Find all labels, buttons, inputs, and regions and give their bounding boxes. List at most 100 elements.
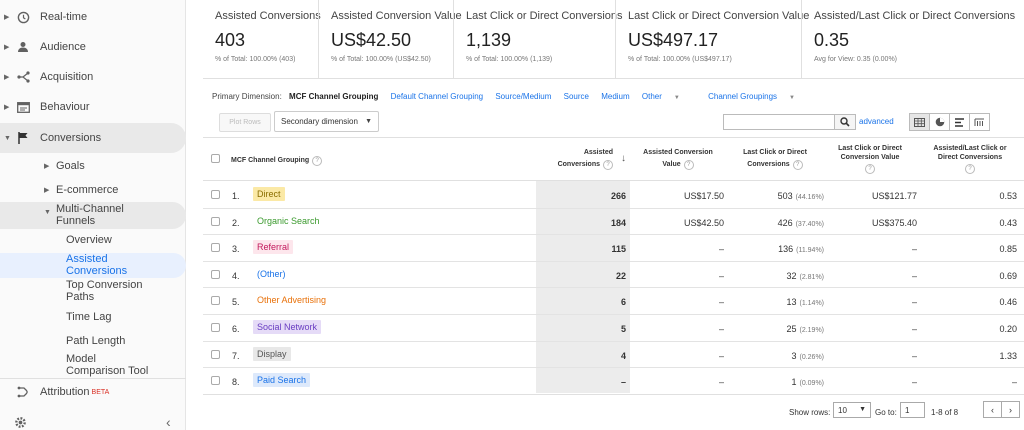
help-icon[interactable]: ? xyxy=(792,160,803,170)
table-row: 5. Other Advertising 6 – 13 (1.14%) – 0.46 xyxy=(203,288,1024,315)
secondary-dimension-dropdown[interactable]: Secondary dimension ▼ xyxy=(274,111,379,132)
channel-link[interactable]: Social Network xyxy=(253,320,322,334)
cell-assisted-conversions: 6 xyxy=(620,297,626,308)
nav-label: Goals xyxy=(56,160,85,172)
search-button[interactable] xyxy=(834,114,856,130)
row-checkbox[interactable] xyxy=(211,190,220,199)
channel-link[interactable]: Paid Search xyxy=(253,373,311,388)
cell-assisted-value: – xyxy=(718,244,724,255)
nav-assisted-conversions[interactable]: Assisted Conversions xyxy=(0,253,186,278)
nav-model-comparison-tool[interactable]: Model Comparison Tool xyxy=(66,353,158,377)
channel-link[interactable]: Direct xyxy=(253,187,285,201)
pie-view-icon[interactable] xyxy=(929,113,950,131)
col-header-last-click-conversions[interactable]: Last Click or Direct Conversions? xyxy=(730,148,820,170)
nav-acquisition[interactable]: ▶ Acquisition xyxy=(0,62,186,92)
cell-last-click-conversions: 3 (0.26%) xyxy=(791,351,824,361)
row-checkbox[interactable] xyxy=(211,296,220,306)
col-header-last-click-value[interactable]: Last Click or Direct Conversion Value ? xyxy=(825,144,915,174)
col-header-assisted-conversions[interactable]: Assisted Conversions? xyxy=(536,148,613,170)
channel-link[interactable]: Display xyxy=(253,346,291,361)
nav-realtime[interactable]: ▶ Real-time xyxy=(0,2,186,32)
channel-link[interactable]: Other Advertising xyxy=(253,293,331,308)
help-icon[interactable]: ? xyxy=(312,156,323,166)
help-icon[interactable]: ? xyxy=(683,160,694,170)
show-rows-select[interactable]: 10 ▼ xyxy=(833,402,871,418)
help-icon[interactable]: ? xyxy=(965,164,975,174)
nav-label: Real-time xyxy=(40,11,88,23)
cell-percent: (2.19%) xyxy=(799,327,824,334)
table-row: 8. Paid Search – – 1 (0.09%) – – xyxy=(203,368,1024,395)
nav-ecommerce[interactable]: ▶ E-commerce xyxy=(0,183,186,197)
row-number: 1. xyxy=(232,191,240,201)
nav-behaviour[interactable]: ▶ Behaviour xyxy=(0,92,186,122)
header-label: Assisted Conversion xyxy=(643,149,713,156)
cell-assisted-value: – xyxy=(718,350,724,361)
select-value: 10 xyxy=(838,406,847,415)
nav-label: E-commerce xyxy=(56,184,119,196)
table-row: 7. Display 4 – 3 (0.26%) – 1.33 xyxy=(203,342,1024,369)
table-footer: Show rows: 10 ▼ Go to: 1 1-8 of 8 ‹ › xyxy=(203,394,1024,430)
flag-icon xyxy=(16,131,30,145)
col-header-ratio[interactable]: Assisted/Last Click or Direct Conversion… xyxy=(921,144,1019,174)
nav-attribution[interactable]: Attribution BETA xyxy=(0,377,186,407)
scorecard-sub: % of Total: 100.00% (US$42.50) xyxy=(331,56,431,63)
channel-link[interactable]: Organic Search xyxy=(253,213,324,228)
col-header-assisted-value[interactable]: Assisted Conversion Value? xyxy=(633,148,723,170)
cell-percent: (0.26%) xyxy=(799,353,824,361)
dimension-source[interactable]: Source xyxy=(564,92,589,101)
row-checkbox[interactable] xyxy=(211,376,220,386)
cell-last-click-value: US$121.77 xyxy=(871,191,917,201)
dimension-medium[interactable]: Medium xyxy=(601,92,629,101)
person-icon xyxy=(16,40,30,54)
nav-top-conversion-paths[interactable]: Top Conversion Paths xyxy=(66,279,156,303)
plot-rows-button[interactable]: Plot Rows xyxy=(219,113,271,132)
sort-descending-icon[interactable]: ↓ xyxy=(621,153,626,164)
nav-conversions[interactable]: ▼ Conversions xyxy=(0,123,186,153)
cell-last-click-value: – xyxy=(911,350,917,361)
scorecard-value: 403 xyxy=(215,30,246,50)
goto-input[interactable]: 1 xyxy=(900,402,925,418)
next-page-button[interactable]: › xyxy=(1001,401,1020,418)
expand-arrow-icon: ▶ xyxy=(4,104,10,111)
performance-view-icon[interactable] xyxy=(949,113,970,131)
channel-link[interactable]: Referral xyxy=(253,240,294,255)
expand-arrow-icon: ▶ xyxy=(4,44,10,51)
collapse-sidebar-icon[interactable]: ‹ xyxy=(166,414,171,430)
cell-ratio: 1.33 xyxy=(999,350,1017,361)
scorecard-sub: % of Total: 100.00% (403) xyxy=(215,56,296,63)
scorecard-last-click-value: Last Click or Direct Conversion Value US… xyxy=(615,0,809,78)
col-header-channel[interactable]: MCF Channel Grouping? xyxy=(231,156,323,166)
search-input[interactable] xyxy=(723,114,835,130)
row-number: 5. xyxy=(232,297,240,308)
select-all-checkbox[interactable] xyxy=(211,154,220,163)
dimension-other-dropdown[interactable]: Other ▼ xyxy=(642,92,690,101)
dimension-source-medium[interactable]: Source/Medium xyxy=(495,92,551,101)
row-checkbox[interactable] xyxy=(211,349,220,359)
nav-path-length[interactable]: Path Length xyxy=(66,335,184,347)
nav-overview[interactable]: Overview xyxy=(66,234,184,246)
help-icon[interactable]: ? xyxy=(865,164,875,174)
nav-goals[interactable]: ▶ Goals xyxy=(0,159,186,173)
table-view-icon[interactable] xyxy=(909,113,930,131)
row-checkbox[interactable] xyxy=(211,216,220,226)
row-checkbox[interactable] xyxy=(211,269,220,279)
gear-icon[interactable] xyxy=(14,416,27,430)
row-checkbox[interactable] xyxy=(211,243,220,253)
pivot-view-icon[interactable] xyxy=(969,113,990,131)
dimension-default-channel-grouping[interactable]: Default Channel Grouping xyxy=(391,92,484,101)
channel-groupings-dropdown[interactable]: Channel Groupings ▼ xyxy=(708,92,805,101)
nav-time-lag[interactable]: Time Lag xyxy=(66,311,184,323)
nav-label: Acquisition xyxy=(40,71,94,83)
row-checkbox[interactable] xyxy=(211,323,220,332)
channel-link[interactable]: (Other) xyxy=(253,266,290,281)
advanced-filter-link[interactable]: advanced xyxy=(859,117,894,126)
help-icon[interactable]: ? xyxy=(603,160,613,170)
cell-percent: (37.40%) xyxy=(795,220,824,228)
collapse-arrow-icon: ▼ xyxy=(44,209,51,216)
scorecard-value: US$42.50 xyxy=(331,30,412,50)
nav-multi-channel-funnels[interactable]: ▼ Multi-Channel Funnels xyxy=(0,202,186,229)
previous-page-button[interactable]: ‹ xyxy=(983,401,1002,418)
nav-audience[interactable]: ▶ Audience xyxy=(0,32,186,62)
cell-ratio: 0.85 xyxy=(999,244,1017,255)
cell-percent: (44.16%) xyxy=(795,194,824,201)
